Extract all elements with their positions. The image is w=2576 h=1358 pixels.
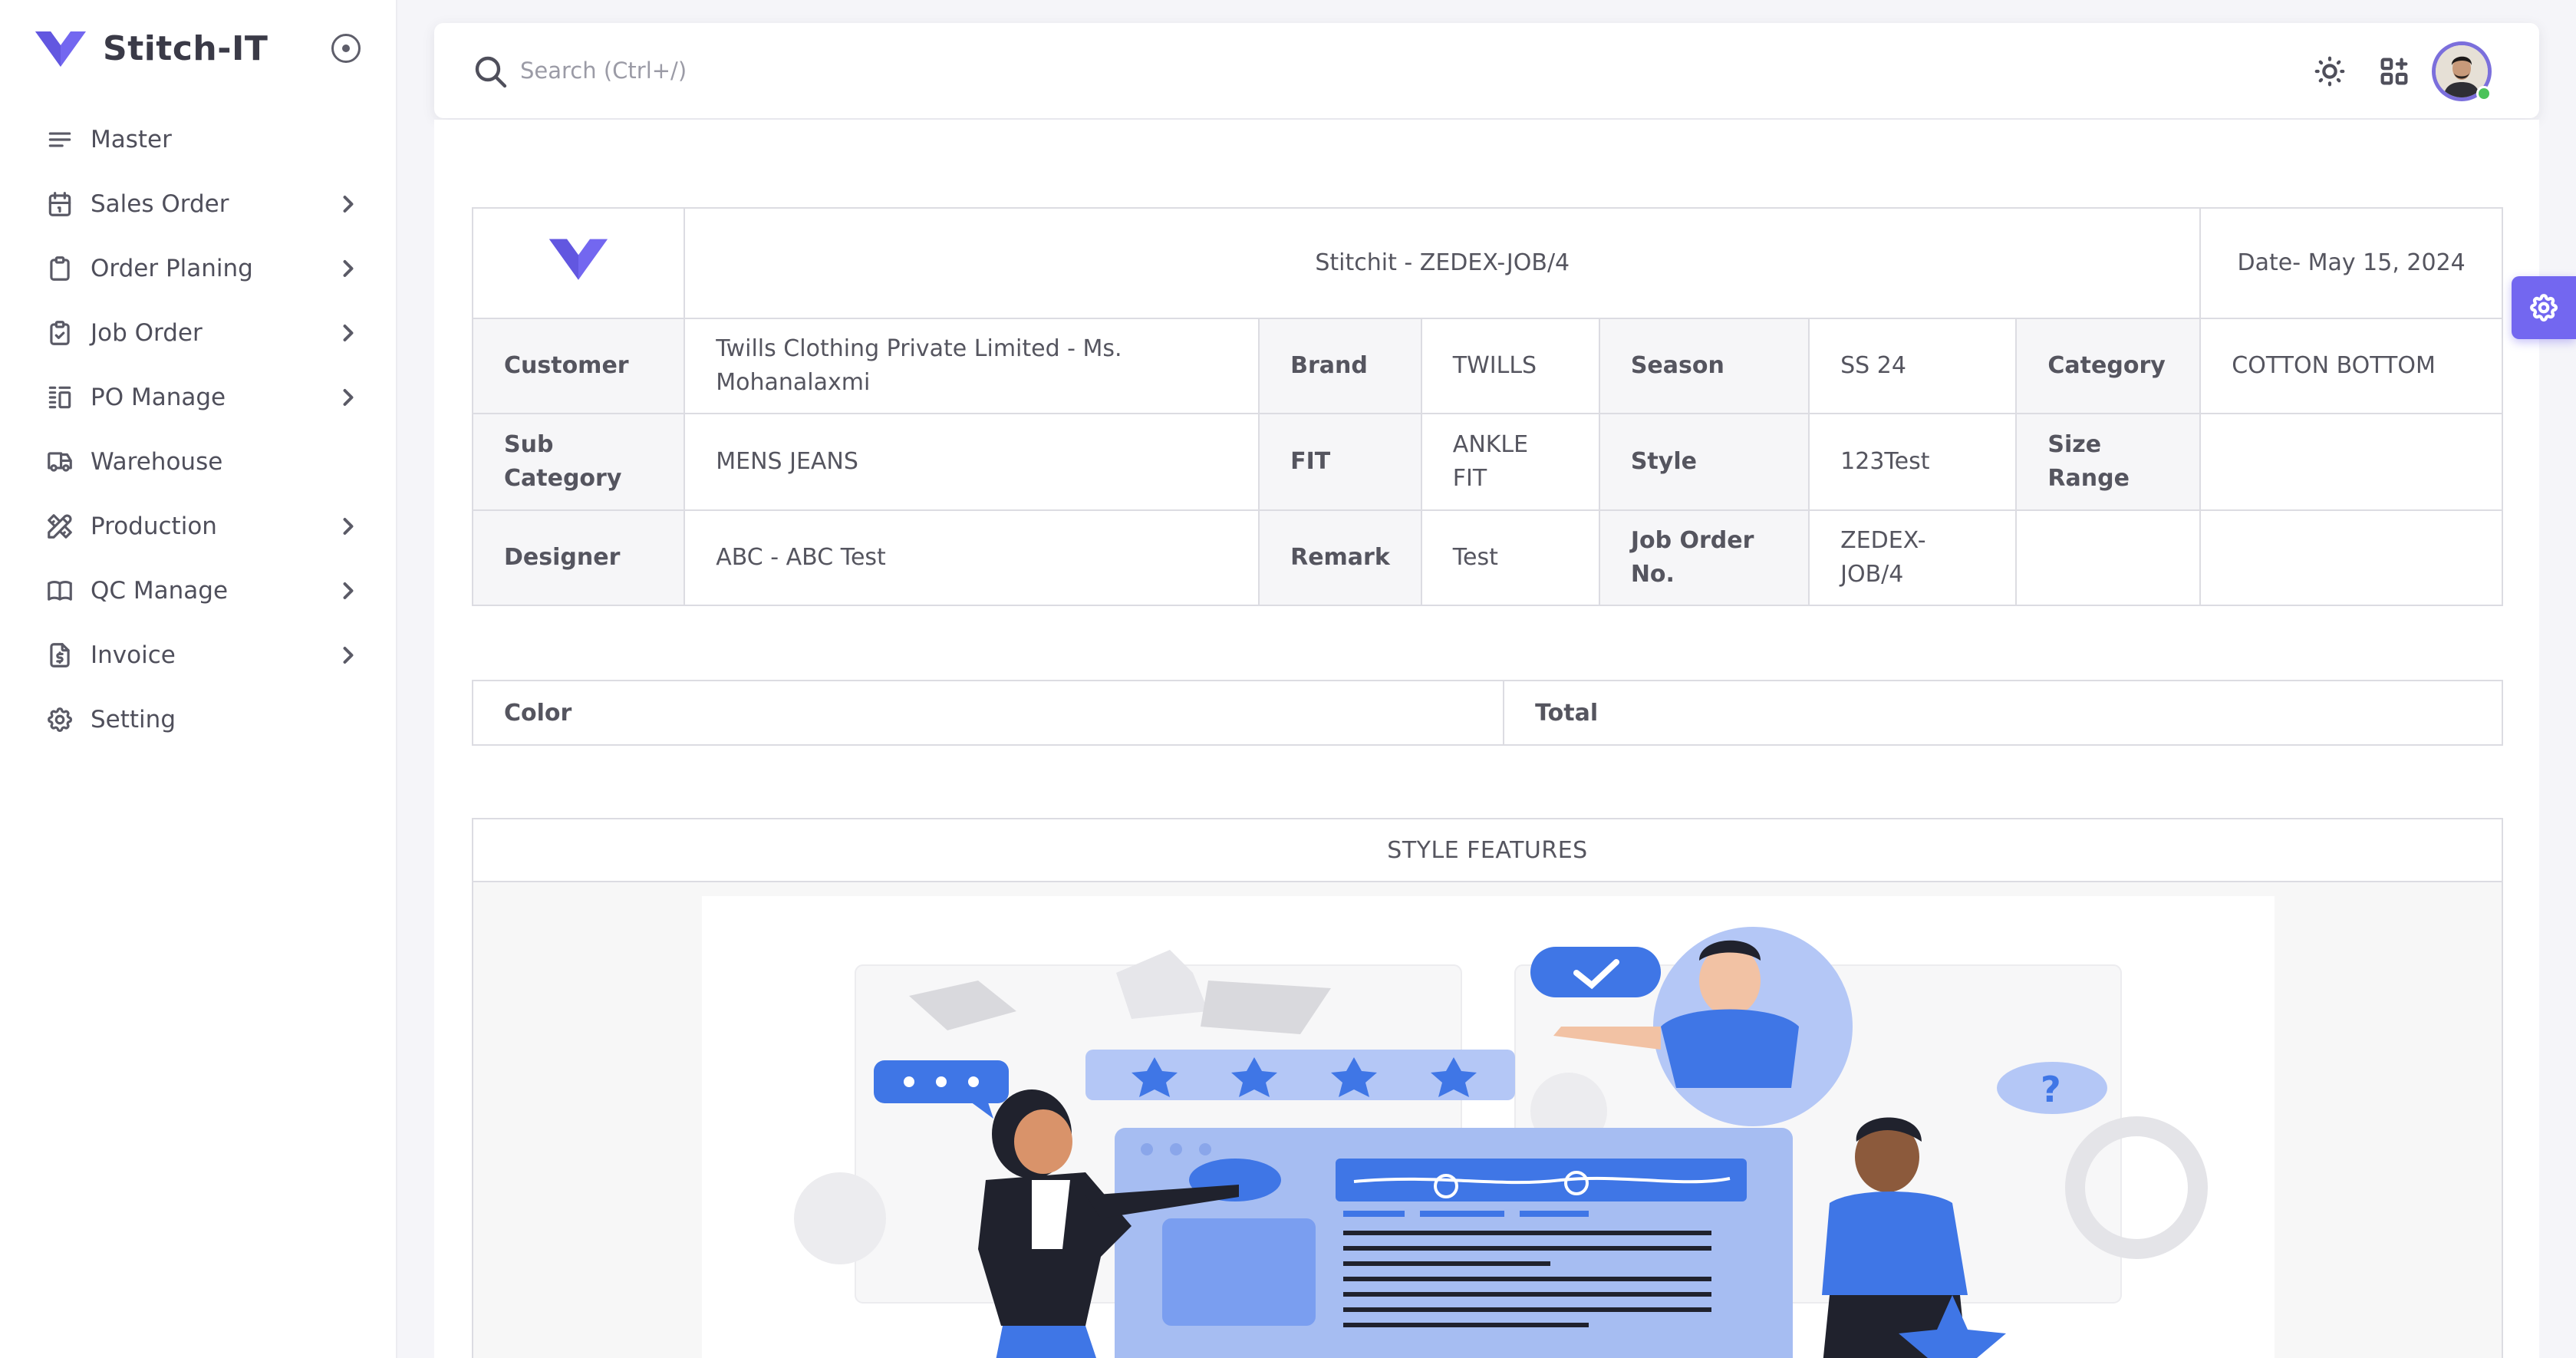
- field-value: SS 24: [1808, 318, 2018, 414]
- field-label: Sub Category: [471, 413, 686, 511]
- field-label: Brand: [1258, 318, 1422, 414]
- sidebar-item-master[interactable]: Master: [31, 107, 368, 172]
- online-status-dot: [2476, 86, 2492, 101]
- sidebar-item-invoice[interactable]: Invoice: [31, 623, 368, 687]
- sidebar-item-label: PO Manage: [91, 384, 226, 411]
- truck-icon: [44, 447, 75, 477]
- style-features-heading: STYLE FEATURES: [473, 819, 2502, 882]
- menu-icon: [44, 124, 75, 155]
- field-value: [2015, 509, 2202, 606]
- style-features-section: STYLE FEATURES ?: [472, 818, 2503, 1358]
- sidebar-item-label: Setting: [91, 706, 176, 733]
- chevron-right-icon: [334, 384, 362, 411]
- sidebar-item-label: Sales Order: [91, 190, 229, 218]
- sidebar-item-job-order[interactable]: Job Order: [31, 301, 368, 365]
- field-label: Style: [1598, 413, 1810, 511]
- svg-text:?: ?: [2041, 1069, 2061, 1110]
- sidebar-item-sales-order[interactable]: Sales Order: [31, 172, 368, 236]
- job-order-table: Stitchit - ZEDEX-JOB/4 Date- May 15, 202…: [471, 207, 2503, 606]
- sun-icon[interactable]: [2311, 52, 2349, 91]
- sidebar-item-order-planing[interactable]: Order Planing: [31, 236, 368, 301]
- sidebar-item-po-manage[interactable]: PO Manage: [31, 365, 368, 430]
- sidebar-item-label: Invoice: [91, 641, 176, 669]
- field-value: MENS JEANS: [684, 413, 1260, 511]
- field-label: Category: [2015, 318, 2202, 414]
- sidebar-item-production[interactable]: Production: [31, 494, 368, 559]
- field-label: Remark: [1258, 509, 1422, 606]
- brand-logo-icon: [549, 239, 608, 280]
- job-order-card: Stitchit - ZEDEX-JOB/4 Date- May 15, 202…: [434, 120, 2539, 1358]
- search-icon[interactable]: [473, 54, 509, 91]
- report-logo-cell: [471, 207, 686, 319]
- sidebar-item-setting[interactable]: Setting: [31, 687, 368, 752]
- chevron-right-icon: [334, 513, 362, 540]
- sidebar-item-warehouse[interactable]: Warehouse: [31, 430, 368, 494]
- field-label: FIT: [1258, 413, 1422, 511]
- sidebar-item-label: Master: [91, 126, 172, 153]
- field-value: COTTON BOTTOM: [2199, 318, 2503, 414]
- chevron-right-icon: [334, 641, 362, 669]
- sidebar-item-label: Order Planing: [91, 255, 253, 282]
- field-value: [2199, 509, 2503, 606]
- sidebar-item-label: Warehouse: [91, 448, 223, 476]
- chevron-right-icon: [334, 190, 362, 218]
- columns-icon: [44, 382, 75, 413]
- field-label: Job Order No.: [1598, 509, 1810, 606]
- sidebar: Stitch-IT Master Sales Order Order Plani…: [0, 0, 397, 1358]
- brand[interactable]: Stitch-IT: [34, 26, 268, 71]
- total-column-header: Total: [1503, 680, 2503, 746]
- gear-icon: [44, 704, 75, 735]
- field-value: ABC - ABC Test: [684, 509, 1260, 606]
- color-table: Color Total: [471, 680, 2503, 746]
- field-value: TWILLS: [1420, 318, 1600, 414]
- field-value: ANKLE FIT: [1420, 413, 1600, 511]
- customizer-settings-button[interactable]: [2512, 276, 2576, 339]
- brand-logo-icon: [35, 31, 86, 67]
- sidebar-nav: Master Sales Order Order Planing Job Ord…: [31, 107, 368, 752]
- sidebar-item-label: QC Manage: [91, 577, 229, 605]
- gear-icon: [2530, 294, 2558, 322]
- sidebar-item-qc-manage[interactable]: QC Manage: [31, 559, 368, 623]
- clipboard-check-icon: [44, 318, 75, 348]
- add-app-icon[interactable]: [2375, 52, 2413, 91]
- chevron-right-icon: [334, 255, 362, 282]
- field-value: [2199, 413, 2503, 511]
- field-label: Size Range: [2015, 413, 2202, 511]
- chevron-right-icon: [334, 319, 362, 347]
- field-value: Test: [1420, 509, 1600, 606]
- chevron-right-icon: [334, 577, 362, 605]
- style-features-image: ?: [702, 896, 2275, 1358]
- avatar[interactable]: [2432, 41, 2492, 101]
- color-column-header: Color: [471, 680, 1505, 746]
- topbar: [434, 23, 2539, 118]
- report-date: Date- May 15, 2024: [2199, 207, 2503, 319]
- field-label: Designer: [471, 509, 686, 606]
- sidebar-item-label: Job Order: [91, 319, 203, 347]
- brand-name: Stitch-IT: [103, 28, 268, 68]
- clipboard-icon: [44, 253, 75, 284]
- search-input[interactable]: [520, 49, 1211, 92]
- field-value: ZEDEX-JOB/4: [1808, 509, 2018, 606]
- field-label: Season: [1598, 318, 1810, 414]
- report-title: Stitchit - ZEDEX-JOB/4: [684, 207, 2202, 319]
- sidebar-toggle-icon[interactable]: [331, 34, 361, 63]
- sidebar-item-label: Production: [91, 513, 217, 540]
- tools-icon: [44, 511, 75, 542]
- invoice-icon: [44, 640, 75, 671]
- field-value: 123Test: [1808, 413, 2018, 511]
- book-icon: [44, 575, 75, 606]
- field-value: Twills Clothing Private Limited - Ms. Mo…: [684, 318, 1260, 414]
- calendar-icon: [44, 189, 75, 219]
- field-label: Customer: [471, 318, 686, 414]
